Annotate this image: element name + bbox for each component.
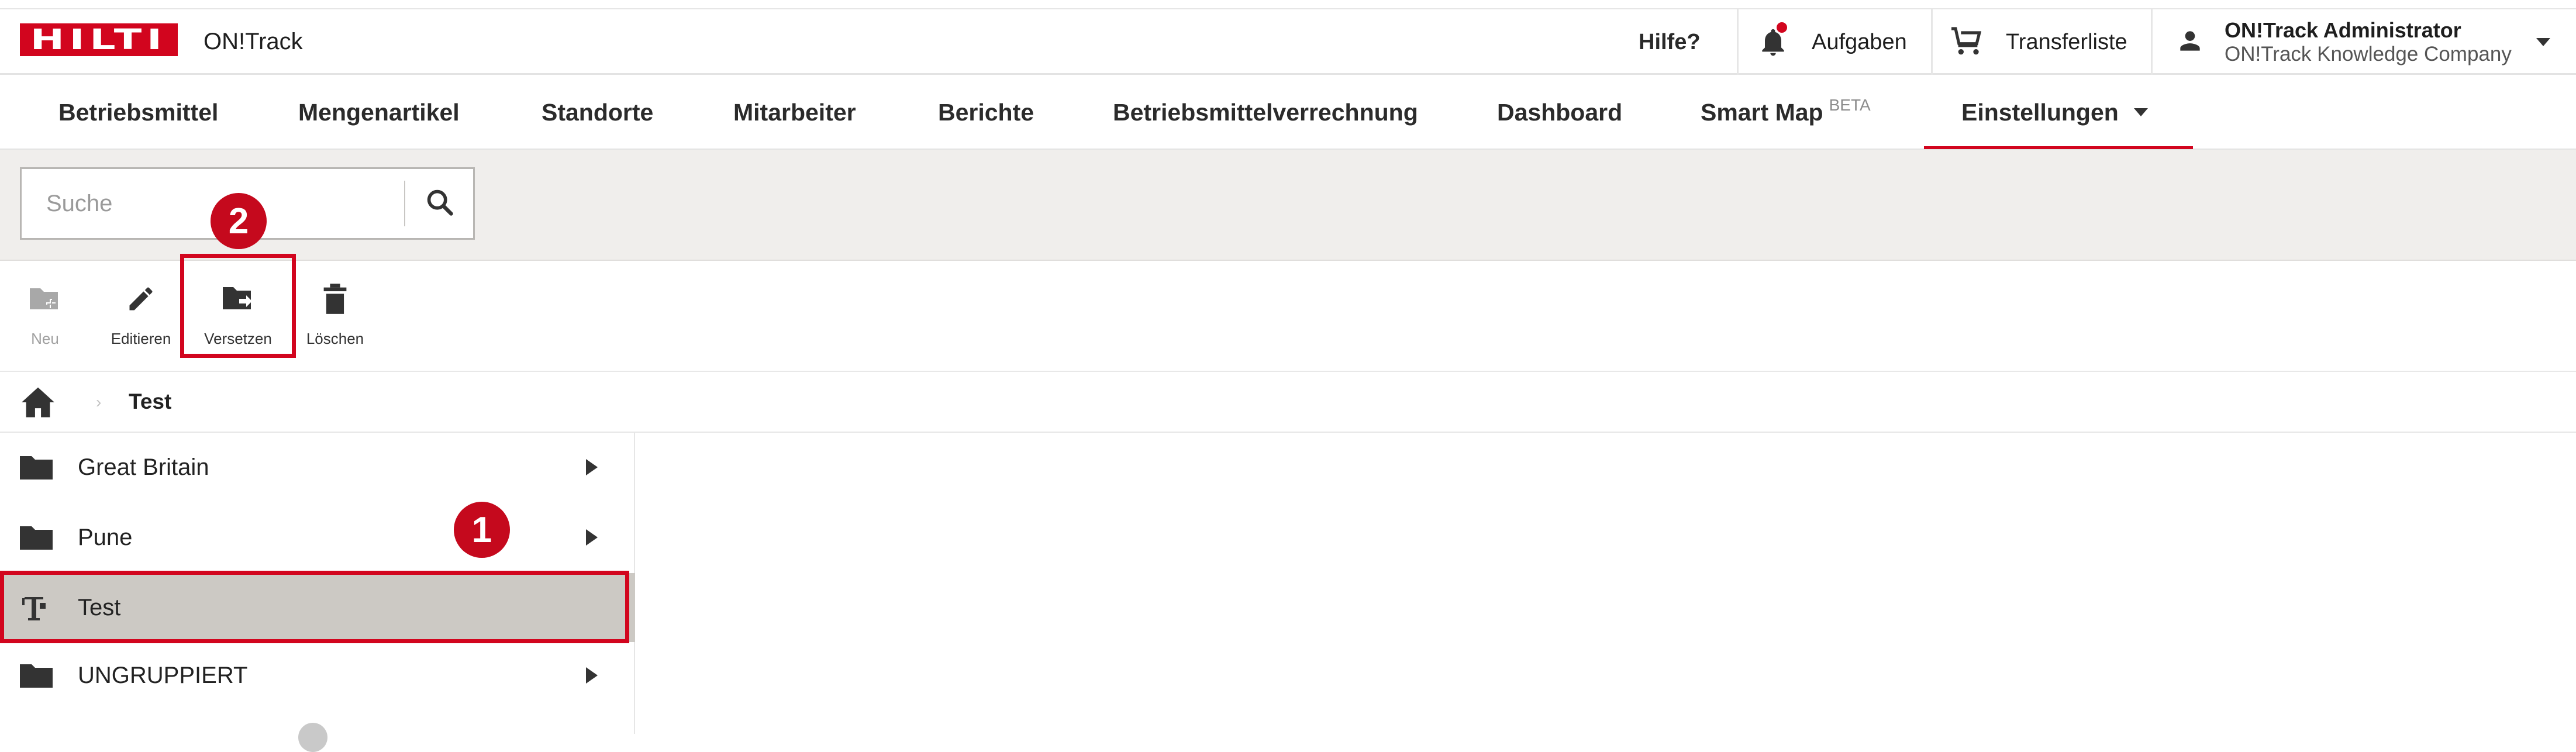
help-label: Hilfe?: [1639, 29, 1701, 54]
search-icon: [425, 187, 455, 220]
nav-label: Mengenartikel: [298, 98, 460, 126]
move-button-highlight: [180, 254, 296, 358]
nav-item-dashboard[interactable]: Dashboard: [1497, 75, 1622, 150]
edit-button[interactable]: Editieren: [97, 261, 185, 371]
nav-item-betriebsmittelverrechnung[interactable]: Betriebsmittelverrechnung: [1113, 75, 1418, 150]
nav-item-betriebsmittel[interactable]: Betriebsmittel: [58, 75, 218, 150]
step-badge-1: 1: [454, 502, 510, 558]
cart-icon: [1950, 25, 1986, 60]
nav-label: Smart Map: [1701, 98, 1823, 126]
trash-icon: [322, 280, 348, 318]
pencil-icon: [126, 280, 156, 318]
tree-item-ungruppiert[interactable]: UNGRUPPIERT: [0, 641, 635, 710]
header-divider: [1737, 9, 1739, 75]
user-menu-chevron-down-icon: [2536, 38, 2550, 46]
tree-item-label: UNGRUPPIERT: [78, 662, 248, 688]
expand-arrow-icon[interactable]: [586, 459, 598, 475]
nav-item-standorte[interactable]: Standorte: [542, 75, 653, 150]
nav-item-mitarbeiter[interactable]: Mitarbeiter: [733, 75, 856, 150]
main-navigation: Betriebsmittel Mengenartikel Standorte M…: [0, 75, 2576, 150]
user-info: ON!Track Administrator ON!Track Knowledg…: [2225, 18, 2512, 66]
nav-label: Standorte: [542, 98, 654, 126]
test-row-highlight: [0, 571, 629, 643]
header-divider: [1931, 9, 1933, 75]
nav-label: Einstellungen: [1961, 98, 2119, 126]
edit-label: Editieren: [111, 330, 171, 347]
nav-label: Betriebsmittel: [58, 98, 219, 126]
user-company: ON!Track Knowledge Company: [2225, 43, 2512, 65]
delete-label: Löschen: [306, 330, 364, 347]
nav-label: Mitarbeiter: [733, 98, 856, 126]
active-tab-indicator: [1924, 146, 2193, 149]
new-folder-icon: [27, 280, 63, 318]
toolbar: Neu Editieren Versetzen Löschen: [0, 261, 2576, 372]
tree-item-pune[interactable]: Pune: [0, 503, 635, 572]
nav-item-einstellungen[interactable]: Einstellungen: [1961, 75, 2148, 150]
nav-item-smart-map[interactable]: Smart Map BETA: [1701, 75, 1871, 150]
transfer-list-label: Transferliste: [2006, 29, 2127, 54]
transfer-list-button[interactable]: Transferliste: [1950, 9, 2127, 75]
header-divider: [2151, 9, 2153, 75]
beta-badge: BETA: [1829, 96, 1871, 114]
breadcrumb-current: Test: [129, 389, 172, 413]
nav-label: Berichte: [938, 98, 1034, 126]
breadcrumb: › Test: [0, 372, 2576, 433]
search-divider: [404, 181, 405, 226]
tree-item-label: Great Britain: [78, 454, 209, 480]
nav-item-mengenartikel[interactable]: Mengenartikel: [298, 75, 460, 150]
top-header: HILTI ON!Track Hilfe? Aufgaben Transferl…: [0, 8, 2576, 75]
app-name: ON!Track: [204, 29, 303, 54]
user-icon: [2175, 26, 2205, 58]
expand-arrow-icon[interactable]: [586, 529, 598, 546]
home-icon[interactable]: [20, 386, 56, 419]
nav-item-berichte[interactable]: Berichte: [938, 75, 1034, 150]
user-menu[interactable]: ON!Track Administrator ON!Track Knowledg…: [2175, 9, 2550, 75]
folder-icon: [20, 663, 53, 688]
tasks-button[interactable]: Aufgaben: [1757, 9, 1907, 75]
logo-text: HILTI: [30, 23, 167, 56]
user-name: ON!Track Administrator: [2225, 18, 2461, 42]
hilti-logo[interactable]: HILTI: [20, 23, 178, 56]
delete-button[interactable]: Löschen: [291, 261, 379, 371]
chevron-right-icon: ›: [96, 393, 102, 411]
help-link[interactable]: Hilfe?: [1639, 9, 1701, 75]
search-band: [0, 150, 2576, 261]
expand-arrow-icon[interactable]: [586, 667, 598, 684]
folder-icon: [20, 454, 53, 480]
notification-dot: [1777, 22, 1787, 33]
tree-item-great-britain[interactable]: Great Britain: [0, 433, 635, 502]
nav-label: Betriebsmittelverrechnung: [1113, 98, 1418, 126]
search-button[interactable]: [406, 169, 473, 238]
tree-item-label: Pune: [78, 524, 133, 550]
details-pane: [635, 433, 2576, 734]
step-badge-2: 2: [211, 193, 267, 249]
chevron-down-icon: [2133, 108, 2148, 116]
folder-icon: [20, 525, 53, 550]
tasks-label: Aufgaben: [1812, 29, 1907, 54]
new-label: Neu: [31, 330, 59, 347]
nav-label: Dashboard: [1497, 98, 1623, 126]
bell-icon: [1757, 22, 1789, 58]
scroll-indicator[interactable]: [298, 723, 327, 752]
new-button[interactable]: Neu: [1, 261, 89, 371]
